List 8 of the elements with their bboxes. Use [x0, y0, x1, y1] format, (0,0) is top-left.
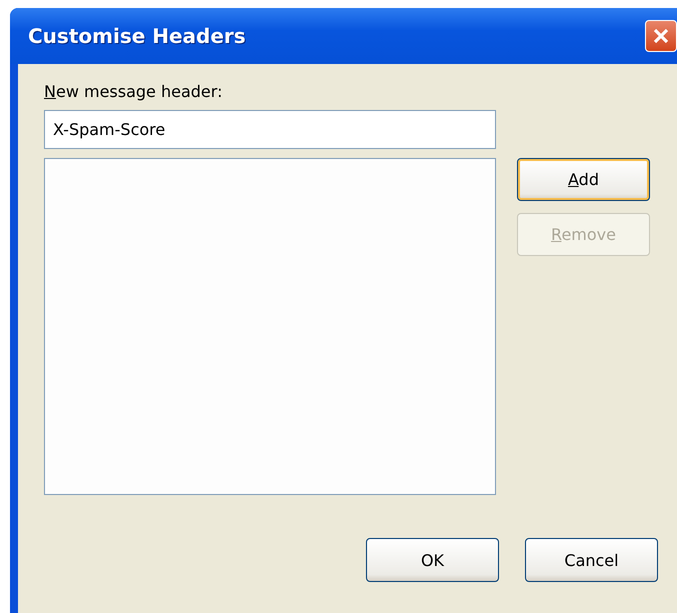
window-title: Customise Headers	[28, 24, 246, 48]
dialog-button[interactable]: Cancel	[525, 538, 658, 582]
close-button[interactable]	[645, 20, 677, 52]
field-label: New message header:	[44, 82, 224, 103]
header-input-field[interactable]: X-Spam-Score	[44, 110, 496, 149]
dialog-button[interactable]: OK	[366, 538, 499, 582]
close-icon	[652, 27, 670, 45]
dialog-button[interactable]: Add	[517, 158, 650, 201]
